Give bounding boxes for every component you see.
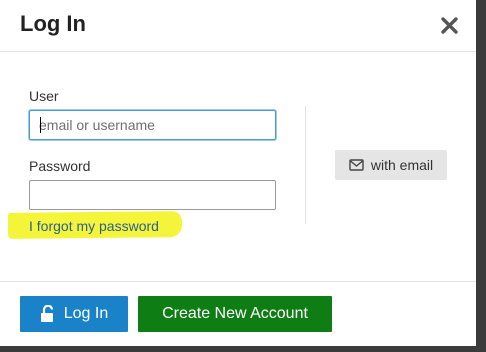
text-caret <box>40 117 41 133</box>
close-icon <box>441 17 458 34</box>
forgot-password-link[interactable]: I forgot my password <box>29 218 159 234</box>
dialog-footer: Log In Create New Account <box>0 281 476 346</box>
login-dialog: Log In User Password I forgot my passwor… <box>0 0 476 346</box>
create-account-button[interactable]: Create New Account <box>138 296 332 332</box>
dialog-title: Log In <box>20 11 86 36</box>
dialog-header: Log In <box>0 0 476 52</box>
email-button-label: with email <box>370 157 434 173</box>
login-with-email-button[interactable]: with email <box>335 150 447 180</box>
user-label: User <box>29 88 59 104</box>
unlock-icon <box>40 305 53 322</box>
login-button[interactable]: Log In <box>20 296 128 332</box>
close-button[interactable] <box>439 13 461 37</box>
login-button-label: Log In <box>63 305 109 322</box>
vertical-divider <box>305 106 306 224</box>
create-account-label: Create New Account <box>162 305 308 322</box>
envelope-icon <box>349 159 364 171</box>
password-label: Password <box>29 158 91 174</box>
username-input[interactable] <box>29 110 276 140</box>
password-input[interactable] <box>29 180 276 210</box>
